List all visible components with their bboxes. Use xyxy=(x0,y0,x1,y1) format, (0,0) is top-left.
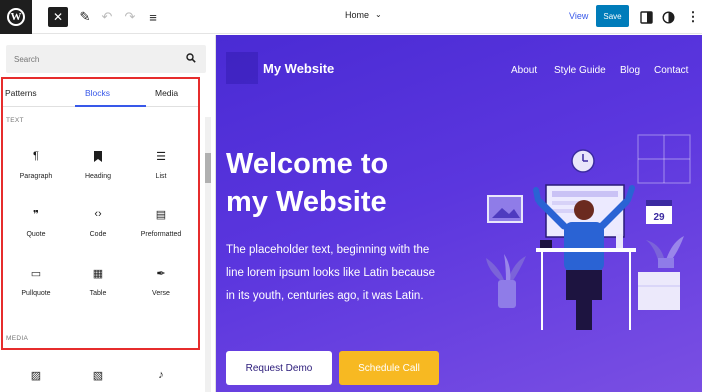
schedule-call-button[interactable]: Schedule Call xyxy=(339,351,439,385)
section-heading-media: MEDIA xyxy=(6,335,29,342)
document-overview-button[interactable]: ≡ xyxy=(143,7,163,27)
undo-button[interactable]: ↶ xyxy=(98,7,116,27)
wordpress-icon: W xyxy=(7,8,25,26)
nav-link-contact[interactable]: Contact xyxy=(654,65,688,76)
block-image[interactable]: ▨ xyxy=(6,368,66,382)
list-icon: ☰ xyxy=(156,150,166,163)
redo-button[interactable]: ↷ xyxy=(121,7,139,27)
nav-link-blog[interactable]: Blog xyxy=(620,65,640,76)
block-label: Paragraph xyxy=(19,173,53,180)
picture-frame-illustration xyxy=(487,195,523,223)
tab-blocks[interactable]: Blocks xyxy=(85,88,110,98)
block-pullquote[interactable]: ▭ Pullquote xyxy=(6,266,66,298)
styles-button[interactable] xyxy=(660,7,676,27)
block-label: Preformatted xyxy=(140,231,182,238)
block-label: Table xyxy=(89,290,107,297)
calendar-day: 29 xyxy=(653,212,665,223)
inserter-search xyxy=(6,45,206,73)
block-inserter-panel: Patterns Blocks Media TEXT ¶ Paragraph H… xyxy=(0,35,216,392)
block-verse[interactable]: ✒ Verse xyxy=(131,266,191,298)
calendar-illustration: 29 xyxy=(646,200,672,224)
audio-icon: ♪ xyxy=(158,369,164,381)
nav-link-about[interactable]: About xyxy=(511,65,537,76)
wordpress-logo-button[interactable]: W xyxy=(0,0,32,34)
table-icon: ▦ xyxy=(92,267,104,280)
block-label: Code xyxy=(89,231,107,238)
search-input[interactable] xyxy=(14,51,174,67)
clock-illustration xyxy=(571,149,595,173)
site-preview-canvas: My Website About Style Guide Blog Contac… xyxy=(216,35,702,392)
tab-patterns[interactable]: Patterns xyxy=(5,88,37,98)
close-icon: ✕ xyxy=(52,10,64,24)
block-heading[interactable]: Heading xyxy=(68,149,128,180)
window-grid-illustration xyxy=(637,134,691,184)
hero-heading[interactable]: Welcome to my Website xyxy=(226,145,426,221)
code-icon: ‹› xyxy=(94,208,102,220)
search-icon[interactable] xyxy=(186,53,196,63)
undo-icon: ↶ xyxy=(101,9,113,24)
tab-media[interactable]: Media xyxy=(155,88,178,98)
chevron-down-icon: ⌄ xyxy=(375,9,382,19)
preformatted-icon: ▤ xyxy=(155,208,167,221)
block-label: Quote xyxy=(26,231,46,238)
hero-paragraph[interactable]: The placeholder text, beginning with the… xyxy=(226,239,441,308)
close-inserter-button[interactable]: ✕ xyxy=(48,7,68,27)
request-demo-button[interactable]: Request Demo xyxy=(226,351,332,385)
block-gallery[interactable]: ▧ xyxy=(68,368,128,382)
pen-icon: ✎ xyxy=(79,9,91,24)
panel-scrollbar-thumb[interactable] xyxy=(205,153,211,183)
image-icon: ▨ xyxy=(30,369,42,382)
kebab-menu-icon: ⋮ xyxy=(686,9,700,24)
tools-button[interactable]: ✎ xyxy=(76,7,94,27)
half-circle-icon xyxy=(661,10,675,24)
block-label: Pullquote xyxy=(21,290,51,297)
block-audio[interactable]: ♪ xyxy=(131,368,191,382)
document-title: Home xyxy=(345,10,370,20)
block-label: Heading xyxy=(84,173,112,180)
block-label: List xyxy=(155,173,167,180)
block-code[interactable]: ‹› Code xyxy=(68,207,128,238)
view-button[interactable]: View xyxy=(569,11,588,21)
site-title[interactable]: My Website xyxy=(263,61,334,76)
pullquote-icon: ▭ xyxy=(30,267,42,280)
block-label: Verse xyxy=(152,290,170,297)
section-heading-text: TEXT xyxy=(6,117,24,124)
verse-icon: ✒ xyxy=(156,267,166,280)
list-view-icon: ≡ xyxy=(149,9,157,25)
heading-icon xyxy=(68,149,128,163)
paragraph-icon: ¶ xyxy=(33,150,39,162)
person-at-desk-illustration xyxy=(533,185,635,330)
block-quote[interactable]: ❞ Quote xyxy=(6,207,66,239)
redo-icon: ↷ xyxy=(124,9,136,24)
active-tab-indicator xyxy=(75,105,146,107)
side-table-illustration xyxy=(638,236,684,310)
block-list[interactable]: ☰ List xyxy=(131,149,191,181)
sidebar-toggle-icon xyxy=(639,10,653,24)
block-preformatted[interactable]: ▤ Preformatted xyxy=(131,207,191,239)
quote-icon: ❞ xyxy=(33,208,39,221)
inserter-tabs: Patterns Blocks Media xyxy=(3,81,198,107)
settings-panel-button[interactable] xyxy=(638,7,654,27)
editor-toolbar: W ✕ ✎ ↶ ↷ ≡ Home ⌄ View Save ⋮ xyxy=(0,0,702,34)
block-paragraph[interactable]: ¶ Paragraph xyxy=(6,149,66,180)
save-button[interactable]: Save xyxy=(596,5,629,27)
block-table[interactable]: ▦ Table xyxy=(68,266,128,298)
options-button[interactable]: ⋮ xyxy=(686,7,700,27)
site-logo[interactable] xyxy=(226,52,258,84)
gallery-icon: ▧ xyxy=(92,369,104,382)
document-title-dropdown[interactable]: Home ⌄ xyxy=(345,9,382,21)
plant-illustration xyxy=(486,254,526,308)
hero-illustration: 29 xyxy=(486,134,691,330)
nav-link-style-guide[interactable]: Style Guide xyxy=(554,65,606,76)
